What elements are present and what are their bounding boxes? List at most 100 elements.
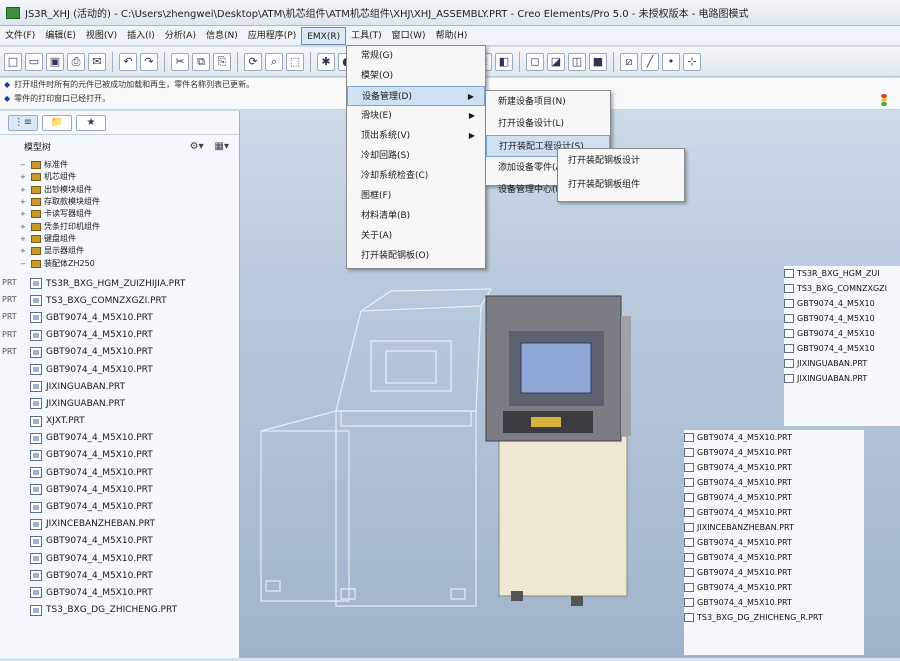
menu-item[interactable]: 工具(T): [346, 27, 387, 45]
hidden-line-icon[interactable]: ◪: [547, 52, 565, 71]
floating-part-item[interactable]: TS3_BXG_COMNZXGZI: [784, 281, 900, 296]
part-item[interactable]: GBT9074_4_M5X10.PRT: [0, 584, 240, 601]
emx-menu-item[interactable]: 顶出系统(V) ▶: [347, 126, 485, 146]
part-item[interactable]: XJXT.PRT: [0, 413, 240, 430]
collapse-icon[interactable]: −: [20, 159, 28, 171]
display-icon[interactable]: ◧: [495, 52, 513, 71]
menu-item[interactable]: 插入(I): [122, 27, 160, 45]
tree-item[interactable]: + 显示器组件: [0, 245, 240, 257]
expand-icon[interactable]: +: [20, 245, 28, 257]
emx-menu-item[interactable]: 打开装配钢板(O): [347, 246, 485, 266]
project-menu-item[interactable]: 打开装配钢板组件: [558, 173, 684, 197]
tree-item[interactable]: + 出钞模块组件: [0, 184, 240, 196]
tree-item[interactable]: + 存取款模块组件: [0, 196, 240, 208]
tree-filter-icon[interactable]: ▦▾: [215, 141, 229, 152]
expand-icon[interactable]: +: [20, 221, 28, 233]
undo-icon[interactable]: ↶: [119, 52, 137, 71]
model-tree-icon[interactable]: ⋮≡: [8, 115, 38, 131]
part-item[interactable]: GBT9074_4_M5X10.PRT: [0, 430, 240, 447]
part-item[interactable]: JIXINGUABAN.PRT: [0, 378, 240, 395]
part-item[interactable]: GBT9074_4_M5X10.PRT: [0, 550, 240, 567]
emx-menu-item[interactable]: 常规(G): [347, 46, 485, 66]
floating-part-item[interactable]: GBT9074_4_M5X10.PRT: [684, 445, 864, 460]
collapse-icon[interactable]: −: [20, 258, 28, 270]
floating-part-item[interactable]: TS3R_BXG_HGM_ZUI: [784, 266, 900, 281]
emx-menu-item[interactable]: 材料清单(B): [347, 206, 485, 226]
tree-item[interactable]: + 凭条打印机组件: [0, 220, 240, 232]
tree-item[interactable]: − 标准件: [0, 159, 240, 171]
new-icon[interactable]: □: [4, 52, 22, 71]
menu-item[interactable]: 信息(N): [201, 27, 243, 45]
datum-plane-icon[interactable]: ⧄: [620, 52, 638, 71]
expand-icon[interactable]: +: [20, 171, 28, 183]
select-icon[interactable]: ⬚: [286, 52, 304, 71]
floating-part-item[interactable]: TS3_BXG_DG_ZHICHENG_R.PRT: [684, 610, 864, 625]
tree-item[interactable]: − 装配体ZH250: [0, 257, 240, 269]
part-item[interactable]: GBT9074_4_M5X10.PRT: [0, 327, 240, 344]
floating-part-item[interactable]: GBT9074_4_M5X10: [784, 311, 900, 326]
part-item[interactable]: GBT9074_4_M5X10.PRT: [0, 464, 240, 481]
floating-part-item[interactable]: GBT9074_4_M5X10.PRT: [684, 490, 864, 505]
part-item[interactable]: GBT9074_4_M5X10.PRT: [0, 447, 240, 464]
emx-menu-item[interactable]: 模架(O): [347, 66, 485, 86]
coord-sys-icon[interactable]: ⊹: [683, 52, 701, 71]
part-item[interactable]: GBT9074_4_M5X10.PRT: [0, 533, 240, 550]
folder-icon[interactable]: 📁: [42, 115, 72, 131]
part-item[interactable]: GBT9074_4_M5X10.PRT: [0, 309, 240, 326]
save-icon[interactable]: ▣: [46, 52, 64, 71]
email-icon[interactable]: ✉: [88, 52, 106, 71]
device-menu-item[interactable]: 新建设备项目(N): [486, 91, 610, 113]
device-menu-item[interactable]: 打开设备设计(L): [486, 113, 610, 135]
floating-part-item[interactable]: GBT9074_4_M5X10: [784, 326, 900, 341]
floating-part-item[interactable]: GBT9074_4_M5X10.PRT: [684, 580, 864, 595]
open-icon[interactable]: ▭: [25, 52, 43, 71]
regenerate-icon[interactable]: ⟳: [244, 52, 262, 71]
menu-item[interactable]: 窗口(W): [387, 27, 431, 45]
floating-part-item[interactable]: GBT9074_4_M5X10.PRT: [684, 460, 864, 475]
part-item[interactable]: TS3_BXG_COMNZXGZI.PRT: [0, 292, 240, 309]
favorites-icon[interactable]: ★: [76, 115, 106, 131]
shading-icon[interactable]: ■: [589, 52, 607, 71]
print-icon[interactable]: ⎙: [67, 52, 85, 71]
part-item[interactable]: GBT9074_4_M5X10.PRT: [0, 361, 240, 378]
floating-part-item[interactable]: JIXINCEBANZHEBAN.PRT: [684, 520, 864, 535]
tree-item[interactable]: + 机芯组件: [0, 171, 240, 183]
redo-icon[interactable]: ↷: [140, 52, 158, 71]
part-item[interactable]: JIXINCEBANZHEBAN.PRT: [0, 516, 240, 533]
project-menu-item[interactable]: 打开装配钢板设计: [558, 149, 684, 173]
menu-item[interactable]: 分析(A): [160, 27, 201, 45]
floating-part-item[interactable]: GBT9074_4_M5X10.PRT: [684, 595, 864, 610]
expand-icon[interactable]: +: [20, 184, 28, 196]
floating-part-item[interactable]: GBT9074_4_M5X10.PRT: [684, 565, 864, 580]
tree-settings-icon[interactable]: ⚙▾: [190, 141, 204, 152]
part-item[interactable]: GBT9074_4_M5X10.PRT: [0, 498, 240, 515]
menu-item[interactable]: 编辑(E): [40, 27, 81, 45]
expand-icon[interactable]: +: [20, 208, 28, 220]
tree-item[interactable]: + 键盘组件: [0, 233, 240, 245]
floating-part-item[interactable]: GBT9074_4_M5X10.PRT: [684, 535, 864, 550]
part-item[interactable]: GBT9074_4_M5X10.PRT: [0, 344, 240, 361]
floating-part-item[interactable]: GBT9074_4_M5X10.PRT: [684, 505, 864, 520]
find-icon[interactable]: ⌕: [265, 52, 283, 71]
datum-axis-icon[interactable]: ╱: [641, 52, 659, 71]
menu-item[interactable]: 文件(F): [0, 27, 40, 45]
paste-icon[interactable]: ⎘: [213, 52, 231, 71]
emx-menu-item[interactable]: 关于(A): [347, 226, 485, 246]
emx-menu-item[interactable]: 滑块(E) ▶: [347, 106, 485, 126]
no-hidden-icon[interactable]: ◫: [568, 52, 586, 71]
emx-menu-item[interactable]: 冷却回路(S): [347, 146, 485, 166]
emx-menu-item[interactable]: 冷却系统检查(C): [347, 166, 485, 186]
floating-part-item[interactable]: GBT9074_4_M5X10: [784, 296, 900, 311]
tree-item[interactable]: + 卡读写器组件: [0, 208, 240, 220]
emx-menu-item[interactable]: 图框(F): [347, 186, 485, 206]
cut-icon[interactable]: ✂: [171, 52, 189, 71]
part-item[interactable]: TS3_BXG_DG_ZHICHENG.PRT: [0, 602, 240, 619]
copy-icon[interactable]: ⧉: [192, 52, 210, 71]
expand-icon[interactable]: +: [20, 196, 28, 208]
expand-icon[interactable]: +: [20, 233, 28, 245]
part-item[interactable]: TS3R_BXG_HGM_ZUIZHIJIA.PRT: [0, 275, 240, 292]
floating-part-item[interactable]: JIXINGUABAN.PRT: [784, 356, 900, 371]
menu-item[interactable]: 应用程序(P): [243, 27, 301, 45]
menu-item[interactable]: 视图(V): [81, 27, 122, 45]
wireframe-icon[interactable]: ◻: [526, 52, 544, 71]
